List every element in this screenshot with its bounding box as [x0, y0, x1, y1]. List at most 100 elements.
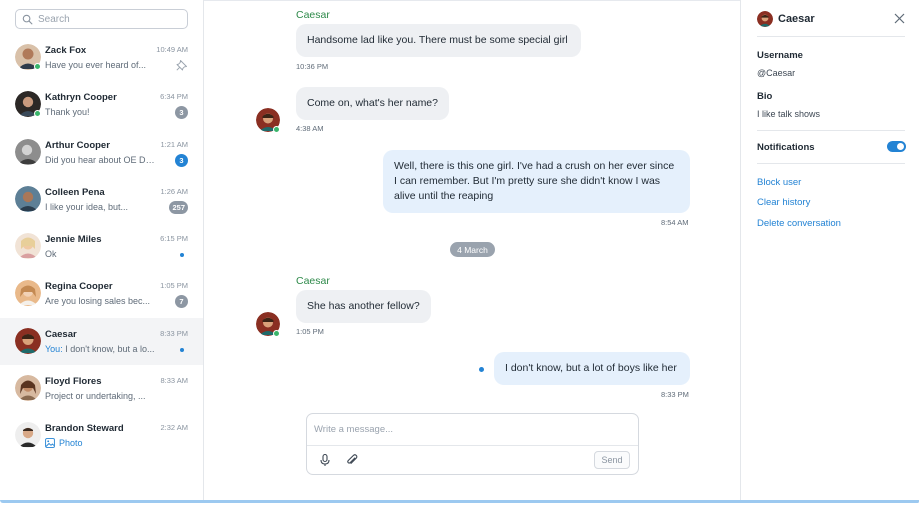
chat-preview: Have you ever heard of...	[45, 60, 147, 70]
chat-name: Caesar	[45, 328, 77, 340]
chat-preview: Did you hear about OE DS...	[45, 154, 155, 165]
chat-time: 1:05 PM	[160, 281, 188, 291]
online-indicator	[34, 63, 41, 70]
chat-preview: You: I don't know, but a lo...	[45, 344, 155, 354]
unread-dot	[479, 367, 484, 372]
chat-time: 6:34 PM	[160, 92, 188, 102]
divider	[757, 36, 905, 37]
clear-history-link[interactable]: Clear history	[757, 197, 810, 208]
avatar	[15, 422, 41, 449]
chat-time: 8:33 PM	[160, 328, 188, 338]
block-user-link[interactable]: Block user	[757, 177, 801, 188]
unread-dot	[180, 347, 184, 352]
online-indicator	[273, 330, 280, 337]
online-indicator	[34, 110, 41, 118]
unread-dot	[180, 253, 184, 258]
chat-time: 10:49 AM	[156, 45, 188, 54]
panel-title: Caesar	[778, 13, 815, 25]
chat-item-colleen-pena[interactable]: Colleen Pena 1:26 AM I like your idea, b…	[0, 176, 203, 223]
search-icon	[22, 14, 33, 24]
avatar	[15, 375, 41, 402]
chat-list: Zack Fox 10:49 AM Have you ever heard of…	[0, 34, 203, 460]
message-time: 8:54 AM	[661, 218, 689, 227]
chat-item-brandon-steward[interactable]: Brandon Steward 2:32 AM Photo	[0, 412, 203, 459]
delete-conversation-link[interactable]: Delete conversation	[757, 218, 841, 229]
message-bubble: I don't know, but a lot of boys like her	[494, 352, 690, 385]
bottom-border	[0, 500, 919, 503]
send-button[interactable]: Send	[594, 451, 630, 469]
avatar	[15, 138, 41, 165]
chat-item-jennie-miles[interactable]: Jennie Miles 6:15 PM Ok	[0, 223, 203, 270]
search-box[interactable]	[15, 9, 188, 29]
chat-preview: I like your idea, but...	[45, 201, 129, 212]
message-time: 4:38 AM	[296, 124, 324, 133]
photo-label: Photo	[59, 438, 83, 449]
contact-info-panel: Caesar Username @Caesar Bio I like talk …	[740, 0, 919, 500]
chat-time: 1:21 AM	[160, 139, 188, 149]
unread-badge: 3	[175, 153, 188, 167]
chat-time: 6:15 PM	[160, 234, 188, 244]
chat-item-caesar[interactable]: Caesar 8:33 PM You: I don't know, but a …	[0, 317, 203, 366]
chat-name: Floyd Flores	[45, 376, 102, 388]
message-input[interactable]	[314, 424, 614, 435]
you-prefix: You:	[45, 343, 63, 354]
avatar	[15, 280, 41, 307]
composer-divider	[307, 445, 638, 446]
chat-item-zack-fox[interactable]: Zack Fox 10:49 AM Have you ever heard of…	[0, 34, 203, 81]
message-sender: Caesar	[296, 9, 330, 21]
avatar	[15, 185, 41, 212]
notifications-label: Notifications	[757, 142, 815, 153]
divider	[757, 163, 905, 164]
bio-value: I like talk shows	[757, 109, 821, 119]
preview-text: I don't know, but a lo...	[65, 343, 155, 354]
message-time: 8:33 PM	[661, 390, 689, 399]
message-sender: Caesar	[296, 275, 330, 287]
close-icon[interactable]	[894, 13, 905, 24]
message-bubble: She has another fellow?	[296, 290, 431, 323]
chat-preview: Photo	[45, 438, 155, 448]
unread-badge: 3	[175, 106, 188, 120]
chat-time: 1:26 AM	[160, 186, 188, 196]
chat-preview: Project or undertaking, ...	[45, 391, 146, 402]
app-window: Zack Fox 10:49 AM Have you ever heard of…	[0, 0, 919, 505]
unread-badge: 7	[175, 295, 188, 309]
message-time: 1:05 PM	[296, 327, 324, 336]
chat-name: Zack Fox	[45, 45, 87, 56]
chat-item-floyd-flores[interactable]: Floyd Flores 8:33 AM Project or undertak…	[0, 365, 203, 412]
microphone-icon[interactable]	[318, 453, 332, 467]
chat-preview: Are you losing sales bec...	[45, 296, 151, 307]
image-icon	[45, 438, 55, 449]
avatar	[15, 327, 41, 354]
notifications-toggle[interactable]	[887, 141, 906, 152]
message-bubble: Handsome lad like you. There must be som…	[296, 24, 581, 57]
chat-item-arthur-cooper[interactable]: Arthur Cooper 1:21 AM Did you hear about…	[0, 129, 203, 176]
divider	[757, 130, 905, 131]
pin-icon[interactable]	[176, 59, 188, 71]
chat-time: 8:33 AM	[160, 376, 188, 386]
search-input[interactable]	[38, 13, 178, 25]
online-indicator	[273, 126, 280, 133]
chat-sidebar: Zack Fox 10:49 AM Have you ever heard of…	[0, 0, 204, 500]
message-composer: Send	[306, 413, 639, 475]
bio-label: Bio	[757, 91, 773, 102]
chat-name: Colleen Pena	[45, 186, 105, 198]
conversation-pane: Caesar Handsome lad like you. There must…	[205, 0, 740, 500]
chat-name: Brandon Steward	[45, 423, 124, 435]
chat-name: Jennie Miles	[45, 234, 102, 246]
username-value: @Caesar	[757, 68, 796, 78]
unread-badge: 257	[169, 200, 188, 214]
attachment-icon[interactable]	[345, 453, 359, 467]
chat-item-kathryn-cooper[interactable]: Kathryn Cooper 6:34 PM Thank you! 3	[0, 81, 203, 128]
chat-time: 2:32 AM	[160, 423, 188, 433]
message-time: 10:36 PM	[296, 62, 329, 71]
chat-item-regina-cooper[interactable]: Regina Cooper 1:05 PM Are you losing sal…	[0, 270, 203, 317]
avatar	[15, 233, 41, 260]
chat-preview: Ok	[45, 249, 57, 260]
date-divider: 4 March	[450, 242, 495, 257]
chat-preview: Thank you!	[45, 107, 90, 118]
username-label: Username	[757, 50, 803, 61]
chat-name: Kathryn Cooper	[45, 92, 117, 104]
contact-avatar	[757, 11, 773, 27]
chat-name: Regina Cooper	[45, 281, 113, 293]
chat-name: Arthur Cooper	[45, 139, 110, 151]
